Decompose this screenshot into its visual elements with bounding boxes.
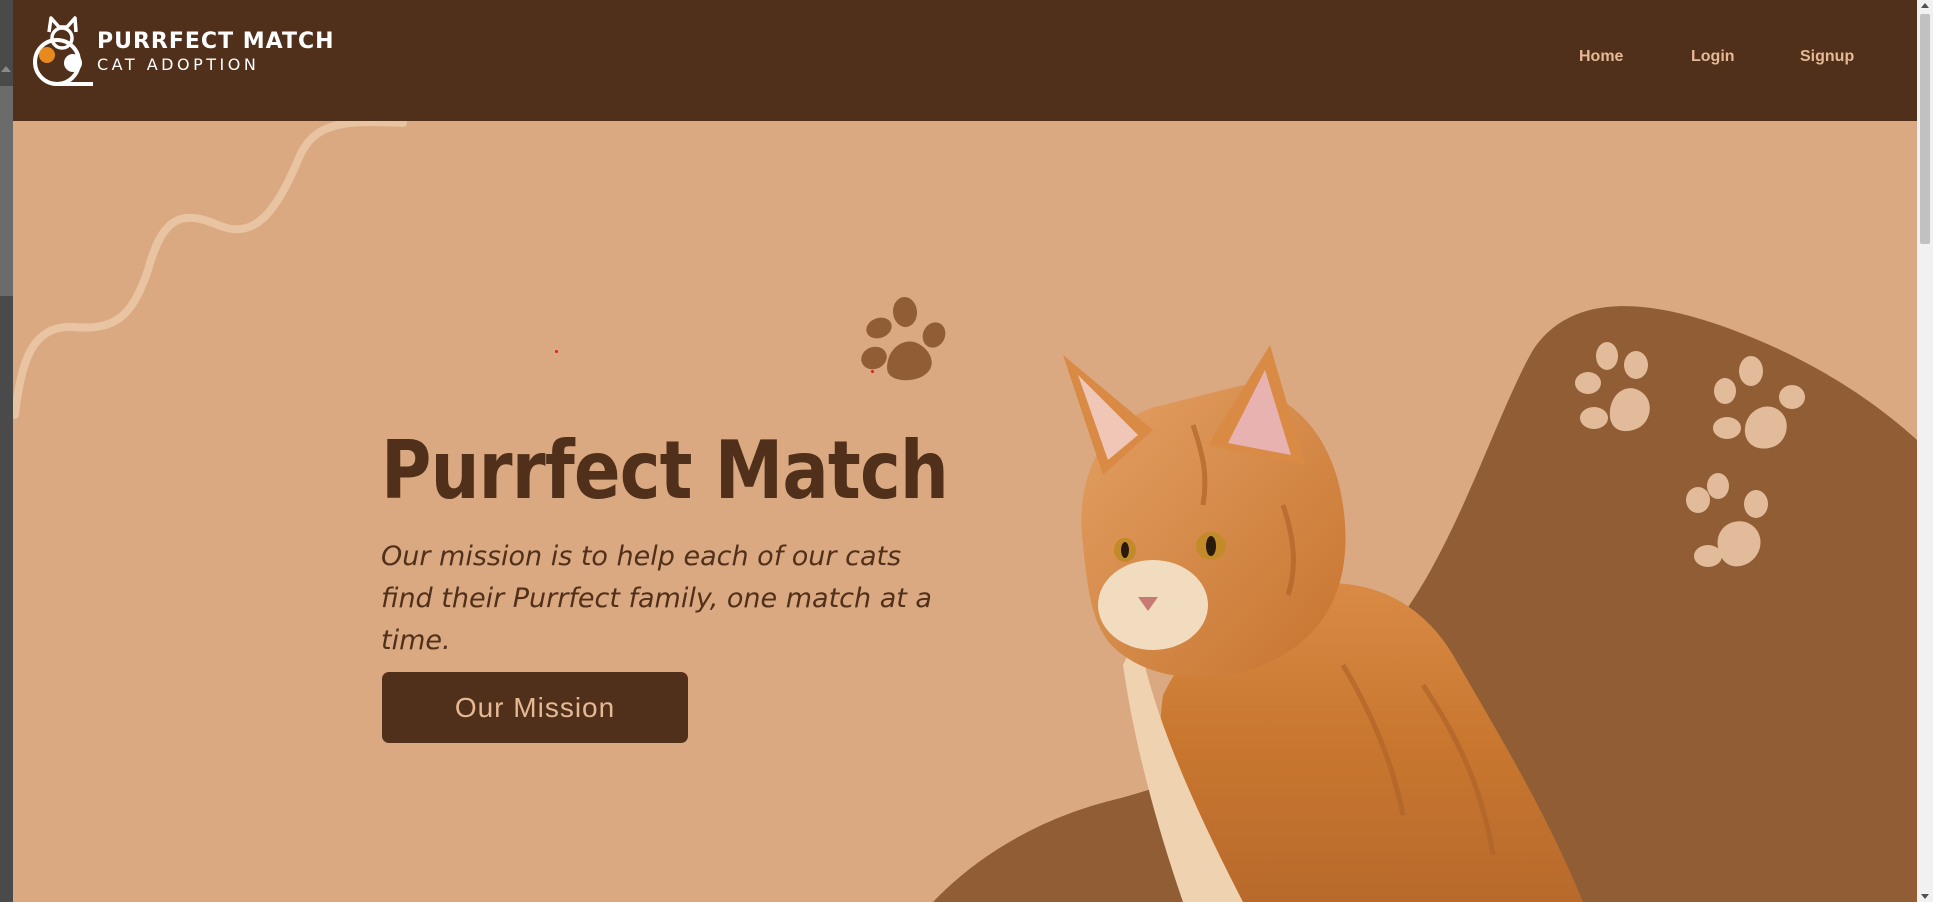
scroll-up-icon[interactable]: [1921, 3, 1929, 8]
cat-photo: [1063, 345, 1583, 902]
hero-subtitle: Our mission is to help each of our cats …: [381, 541, 932, 656]
red-dot-marker: [555, 350, 558, 353]
nav-link-signup[interactable]: Signup: [1800, 48, 1854, 66]
page-scrollbar[interactable]: [1917, 0, 1933, 902]
scroll-down-icon[interactable]: [1921, 894, 1929, 899]
nav-link-login[interactable]: Login: [1691, 48, 1735, 66]
brand-title: PURRFECT MATCH: [97, 29, 335, 54]
brand-logo[interactable]: PURRFECT MATCH CAT ADOPTION: [29, 14, 335, 90]
red-dot-marker: [871, 370, 874, 373]
page-viewport: PURRFECT MATCH CAT ADOPTION Home Login S…: [13, 0, 1917, 902]
cat-icon: [33, 16, 93, 86]
brand-subtitle: CAT ADOPTION: [97, 55, 260, 74]
browser-left-edge: [0, 0, 13, 902]
hero-title: Purrfect Match: [381, 424, 949, 517]
left-scroll-thumb[interactable]: [0, 86, 13, 296]
our-mission-button[interactable]: Our Mission: [382, 672, 688, 743]
scroll-up-arrow-icon[interactable]: [1, 66, 11, 72]
site-header: PURRFECT MATCH CAT ADOPTION Home Login S…: [13, 0, 1917, 121]
paw-icon: [1713, 356, 1805, 449]
nav-link-home[interactable]: Home: [1579, 48, 1623, 66]
squiggle-line: [13, 118, 407, 419]
scrollbar-thumb[interactable]: [1920, 14, 1930, 244]
